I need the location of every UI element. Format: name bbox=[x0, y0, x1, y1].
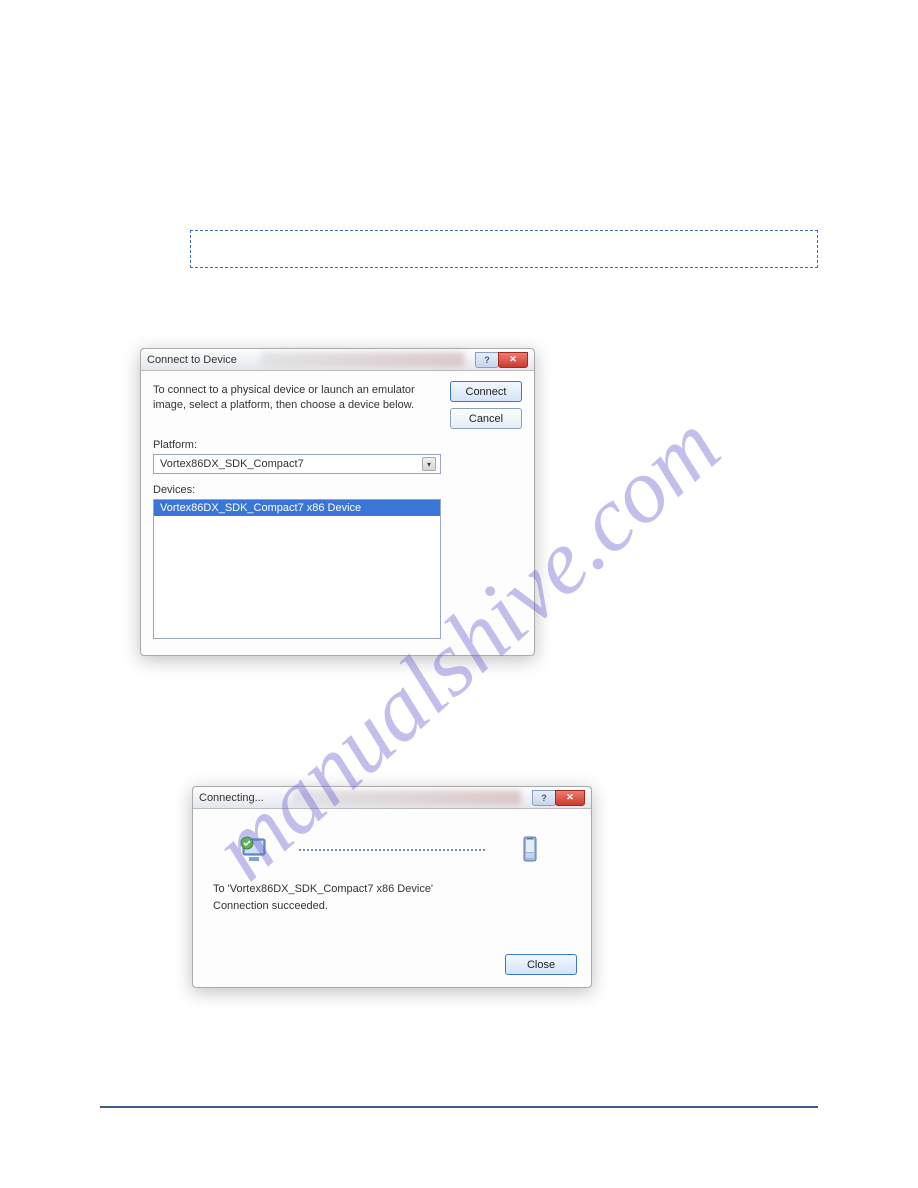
devices-label: Devices: bbox=[153, 484, 522, 496]
connecting-dialog: Connecting... ? ✕ bbox=[192, 786, 592, 988]
close-icon: ✕ bbox=[566, 792, 574, 803]
devices-listbox[interactable]: Vortex86DX_SDK_Compact7 x86 Device bbox=[153, 499, 441, 639]
help-button[interactable]: ? bbox=[475, 352, 499, 368]
cancel-button[interactable]: Cancel bbox=[450, 408, 522, 429]
footer-divider bbox=[100, 1106, 818, 1108]
connecting-to-text: To 'Vortex86DX_SDK_Compact7 x86 Device' bbox=[213, 881, 577, 898]
help-icon: ? bbox=[541, 793, 547, 803]
platform-label: Platform: bbox=[153, 439, 522, 451]
device-icon bbox=[513, 833, 547, 867]
help-icon: ? bbox=[484, 355, 490, 365]
note-box bbox=[190, 230, 818, 268]
close-icon: ✕ bbox=[509, 354, 517, 365]
chevron-down-icon: ▾ bbox=[422, 457, 436, 471]
title-blur-decoration bbox=[293, 790, 521, 805]
platform-combobox[interactable]: Vortex86DX_SDK_Compact7 ▾ bbox=[153, 454, 441, 474]
close-dialog-button[interactable]: Close bbox=[505, 954, 577, 975]
computer-check-icon bbox=[237, 833, 271, 867]
connection-status-text: Connection succeeded. bbox=[213, 898, 577, 915]
connection-dots bbox=[299, 849, 485, 851]
connect-button[interactable]: Connect bbox=[450, 381, 522, 402]
list-item[interactable]: Vortex86DX_SDK_Compact7 x86 Device bbox=[154, 500, 440, 516]
instructions-text: To connect to a physical device or launc… bbox=[153, 381, 436, 413]
titlebar[interactable]: Connect to Device ? ✕ bbox=[141, 349, 534, 371]
close-button[interactable]: ✕ bbox=[555, 790, 585, 806]
close-button[interactable]: ✕ bbox=[498, 352, 528, 368]
title-blur-decoration bbox=[261, 352, 464, 367]
help-button[interactable]: ? bbox=[532, 790, 556, 806]
platform-value: Vortex86DX_SDK_Compact7 bbox=[160, 458, 304, 470]
titlebar[interactable]: Connecting... ? ✕ bbox=[193, 787, 591, 809]
connect-to-device-dialog: Connect to Device ? ✕ To connect to a ph… bbox=[140, 348, 535, 656]
